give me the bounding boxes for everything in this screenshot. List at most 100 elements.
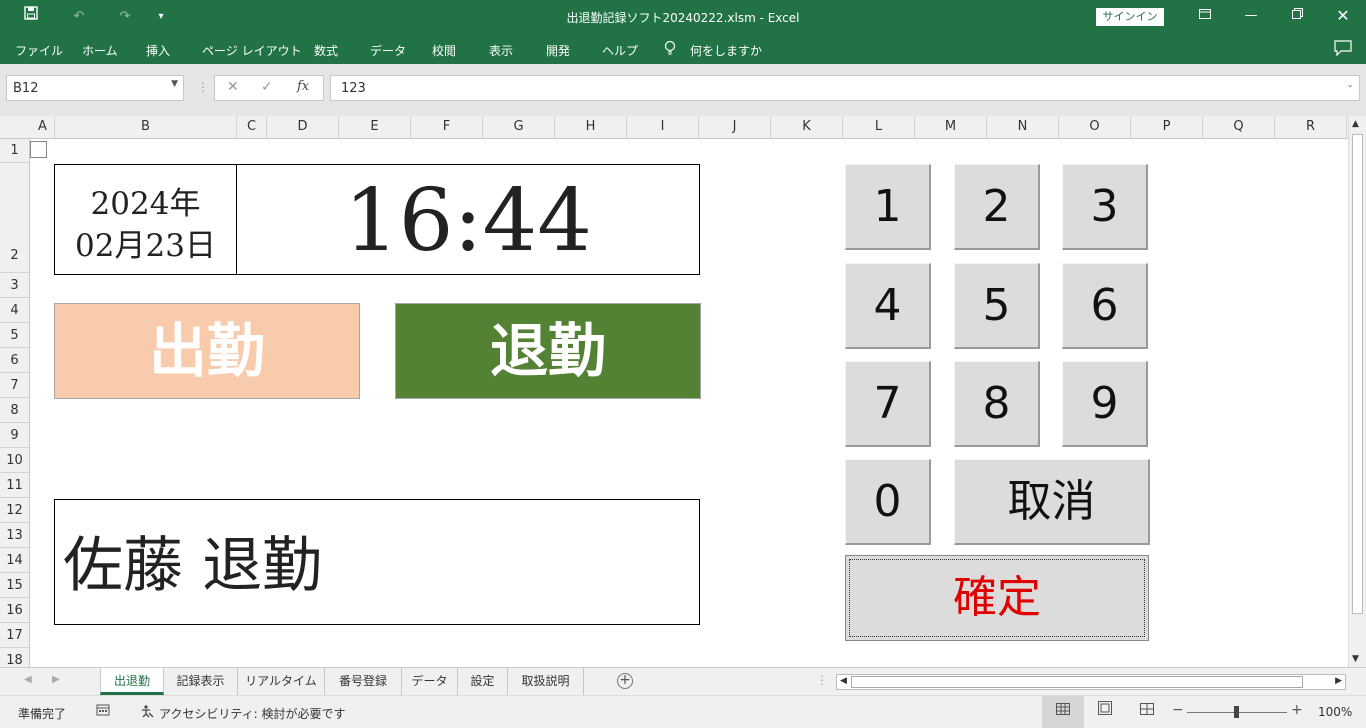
row-header[interactable]: 11 <box>0 473 29 498</box>
row-header[interactable]: 4 <box>0 298 29 323</box>
ribbon-display-icon[interactable] <box>1182 0 1228 32</box>
horizontal-scroll-thumb[interactable] <box>851 676 1303 688</box>
row-header[interactable]: 12 <box>0 498 29 523</box>
tab-review[interactable]: 校閲 <box>432 42 456 59</box>
column-header[interactable]: A <box>31 116 55 138</box>
keypad-7-button[interactable]: 7 <box>845 361 931 447</box>
close-icon[interactable]: ✕ <box>1320 0 1366 32</box>
scroll-right-icon[interactable]: ▶ <box>1335 676 1342 686</box>
column-header[interactable]: R <box>1275 116 1347 138</box>
cancel-button[interactable]: 取消 <box>954 459 1150 545</box>
row-header[interactable]: 16 <box>0 598 29 623</box>
insert-function-icon[interactable]: fx <box>297 79 309 94</box>
tab-split-handle-icon[interactable]: ⋮ <box>816 673 828 687</box>
keypad-8-button[interactable]: 8 <box>954 361 1040 447</box>
comment-icon[interactable] <box>1334 40 1352 59</box>
prev-sheet-icon[interactable]: ◀ <box>24 674 32 685</box>
clock-in-button[interactable]: 出勤 <box>54 303 360 399</box>
row-header[interactable]: 5 <box>0 323 29 348</box>
zoom-out-icon[interactable]: − <box>1172 702 1184 718</box>
keypad-9-button[interactable]: 9 <box>1062 361 1148 447</box>
column-header[interactable]: D <box>267 116 339 138</box>
accessibility-status[interactable]: アクセシビリティ: 検討が必要です <box>159 705 346 722</box>
column-header[interactable]: O <box>1059 116 1131 138</box>
tab-formulas[interactable]: 数式 <box>314 42 338 59</box>
tab-help[interactable]: ヘルプ <box>602 42 638 59</box>
column-header[interactable]: J <box>699 116 771 138</box>
row-header[interactable]: 6 <box>0 348 29 373</box>
row-header[interactable]: 10 <box>0 448 29 473</box>
tab-data[interactable]: データ <box>370 42 406 59</box>
row-header[interactable]: 7 <box>0 373 29 398</box>
normal-view-icon[interactable] <box>1042 696 1084 728</box>
minimize-icon[interactable]: — <box>1228 0 1274 32</box>
restore-icon[interactable] <box>1274 0 1320 32</box>
zoom-slider-thumb[interactable] <box>1234 706 1239 718</box>
tab-page-layout[interactable]: ページ レイアウト <box>202 42 302 59</box>
row-header[interactable]: 3 <box>0 273 29 298</box>
scroll-up-icon[interactable]: ▲ <box>1352 119 1359 129</box>
horizontal-scrollbar[interactable]: ◀ ▶ <box>836 674 1346 690</box>
sheet-tab-realtime[interactable]: リアルタイム <box>238 668 325 695</box>
scroll-left-icon[interactable]: ◀ <box>840 676 847 686</box>
accessibility-icon[interactable] <box>140 704 154 721</box>
tab-file[interactable]: ファイル <box>15 42 63 59</box>
column-header[interactable]: H <box>555 116 627 138</box>
column-header[interactable]: F <box>411 116 483 138</box>
enter-icon[interactable]: ✓ <box>261 79 273 95</box>
vertical-scroll-thumb[interactable] <box>1352 134 1363 614</box>
column-header[interactable]: G <box>483 116 555 138</box>
keypad-2-button[interactable]: 2 <box>954 164 1040 250</box>
page-layout-view-icon[interactable] <box>1084 696 1126 728</box>
row-header[interactable]: 8 <box>0 398 29 423</box>
column-header[interactable]: I <box>627 116 699 138</box>
zoom-in-icon[interactable]: + <box>1291 702 1303 718</box>
drag-handle-icon[interactable]: ⋮ <box>197 80 209 94</box>
row-header[interactable]: 18 <box>0 648 29 667</box>
column-header[interactable]: Q <box>1203 116 1275 138</box>
row-header[interactable]: 2 <box>0 163 29 273</box>
tab-insert[interactable]: 挿入 <box>146 42 170 59</box>
tab-home[interactable]: ホーム <box>82 42 118 59</box>
column-header[interactable]: N <box>987 116 1059 138</box>
chevron-down-icon[interactable]: ▼ <box>171 79 178 89</box>
vertical-scrollbar[interactable]: ▲ ▼ <box>1348 116 1366 667</box>
column-header[interactable]: C <box>237 116 267 138</box>
sheet-tab-registration[interactable]: 番号登録 <box>325 668 402 695</box>
clock-out-button[interactable]: 退勤 <box>395 303 701 399</box>
sheet-tab-manual[interactable]: 取扱説明 <box>508 668 584 695</box>
column-header[interactable]: K <box>771 116 843 138</box>
sheet-tab-records[interactable]: 記録表示 <box>164 668 238 695</box>
next-sheet-icon[interactable]: ▶ <box>52 674 60 685</box>
keypad-3-button[interactable]: 3 <box>1062 164 1148 250</box>
sheet-tab-settings[interactable]: 設定 <box>458 668 508 695</box>
tell-me-search[interactable]: 何をしますか <box>690 42 762 59</box>
keypad-6-button[interactable]: 6 <box>1062 263 1148 349</box>
macro-record-icon[interactable] <box>96 703 110 720</box>
formula-input[interactable]: 123 ⌄ <box>330 75 1360 101</box>
row-header[interactable]: 9 <box>0 423 29 448</box>
signin-button[interactable]: サインイン <box>1096 8 1164 26</box>
row-header[interactable]: 15 <box>0 573 29 598</box>
expand-formula-icon[interactable]: ⌄ <box>1346 80 1354 90</box>
keypad-1-button[interactable]: 1 <box>845 164 931 250</box>
keypad-5-button[interactable]: 5 <box>954 263 1040 349</box>
scroll-down-icon[interactable]: ▼ <box>1352 654 1359 664</box>
row-header[interactable]: 13 <box>0 523 29 548</box>
add-sheet-icon[interactable]: + <box>617 673 633 689</box>
row-header[interactable]: 14 <box>0 548 29 573</box>
column-header[interactable]: M <box>915 116 987 138</box>
keypad-0-button[interactable]: 0 <box>845 459 931 545</box>
column-header[interactable]: P <box>1131 116 1203 138</box>
page-break-view-icon[interactable] <box>1126 696 1168 728</box>
tab-view[interactable]: 表示 <box>489 42 513 59</box>
column-header[interactable]: B <box>55 116 237 138</box>
keypad-4-button[interactable]: 4 <box>845 263 931 349</box>
column-header[interactable]: E <box>339 116 411 138</box>
sheet-tab-attendance[interactable]: 出退勤 <box>100 668 164 695</box>
zoom-level[interactable]: 100% <box>1318 705 1352 719</box>
row-header[interactable]: 17 <box>0 623 29 648</box>
name-box[interactable]: B12 ▼ <box>6 75 184 101</box>
row-header[interactable]: 1 <box>0 139 29 163</box>
column-header[interactable]: L <box>843 116 915 138</box>
